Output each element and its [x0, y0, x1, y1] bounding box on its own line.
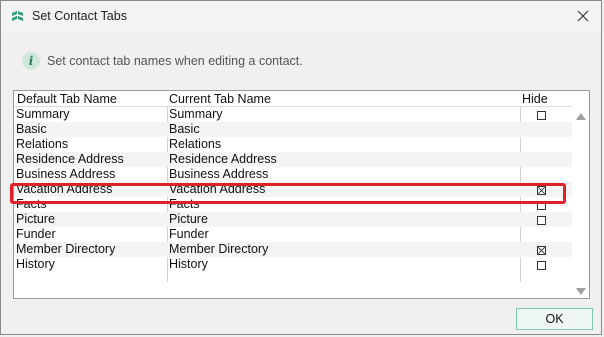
current-tab-name-cell[interactable]: Residence Address	[169, 152, 277, 167]
vertical-scrollbar[interactable]	[573, 91, 589, 298]
info-icon: i	[22, 52, 40, 70]
hide-checkbox[interactable]	[537, 216, 546, 225]
default-tab-name-cell: Relations	[16, 137, 69, 151]
hide-checkbox[interactable]	[537, 246, 546, 255]
default-tab-name-cell: Summary	[16, 107, 70, 121]
table-row[interactable]: Member Directory Member Directory	[14, 242, 572, 257]
table-row[interactable]: Funder Funder	[14, 227, 572, 242]
highlight-annotation	[10, 183, 566, 204]
current-tab-name-cell[interactable]: Relations	[169, 137, 221, 152]
window-title: Set Contact Tabs	[32, 9, 127, 23]
hide-checkbox[interactable]	[537, 111, 546, 120]
default-tab-name-cell: Business Address	[16, 167, 116, 181]
table-row[interactable]: Basic Basic	[14, 122, 572, 137]
table-row[interactable]: Business Address Business Address	[14, 167, 572, 182]
current-tab-name-cell[interactable]: Business Address	[169, 167, 268, 182]
scroll-down-arrow-icon[interactable]	[576, 288, 586, 295]
default-tab-name-cell: Picture	[16, 212, 55, 226]
header-hide[interactable]: Hide	[522, 92, 548, 107]
close-button[interactable]	[573, 6, 593, 26]
table-row[interactable]: Relations Relations	[14, 137, 572, 152]
info-text: Set contact tab names when editing a con…	[47, 54, 303, 68]
header-current-tab-name[interactable]: Current Tab Name	[169, 92, 271, 107]
default-tab-name-cell: History	[16, 257, 55, 271]
app-logo-icon	[12, 11, 23, 21]
current-tab-name-cell[interactable]: Basic	[169, 122, 200, 137]
default-tab-name-cell: Residence Address	[16, 152, 124, 166]
default-tab-name-cell: Member Directory	[16, 242, 116, 256]
scroll-up-arrow-icon[interactable]	[576, 113, 586, 120]
default-tab-name-cell: Funder	[16, 227, 56, 241]
table-row[interactable]: Picture Picture	[14, 212, 572, 227]
table-row[interactable]: History History	[14, 257, 572, 272]
current-tab-name-cell[interactable]: History	[169, 257, 208, 272]
current-tab-name-cell[interactable]: Funder	[169, 227, 209, 242]
current-tab-name-cell[interactable]: Summary	[169, 107, 222, 122]
close-icon	[577, 10, 589, 22]
title-bar: Set Contact Tabs	[1, 1, 601, 32]
current-tab-name-cell[interactable]: Member Directory	[169, 242, 268, 257]
hide-checkbox[interactable]	[537, 261, 546, 270]
table-row[interactable]: Residence Address Residence Address	[14, 152, 572, 167]
header-default-tab-name[interactable]: Default Tab Name	[17, 92, 117, 107]
table-row[interactable]: Summary Summary	[14, 107, 572, 122]
set-contact-tabs-dialog: Set Contact Tabs i Set contact tab names…	[0, 0, 602, 335]
ok-button[interactable]: OK	[516, 308, 593, 330]
current-tab-name-cell[interactable]: Picture	[169, 212, 208, 227]
default-tab-name-cell: Basic	[16, 122, 47, 136]
